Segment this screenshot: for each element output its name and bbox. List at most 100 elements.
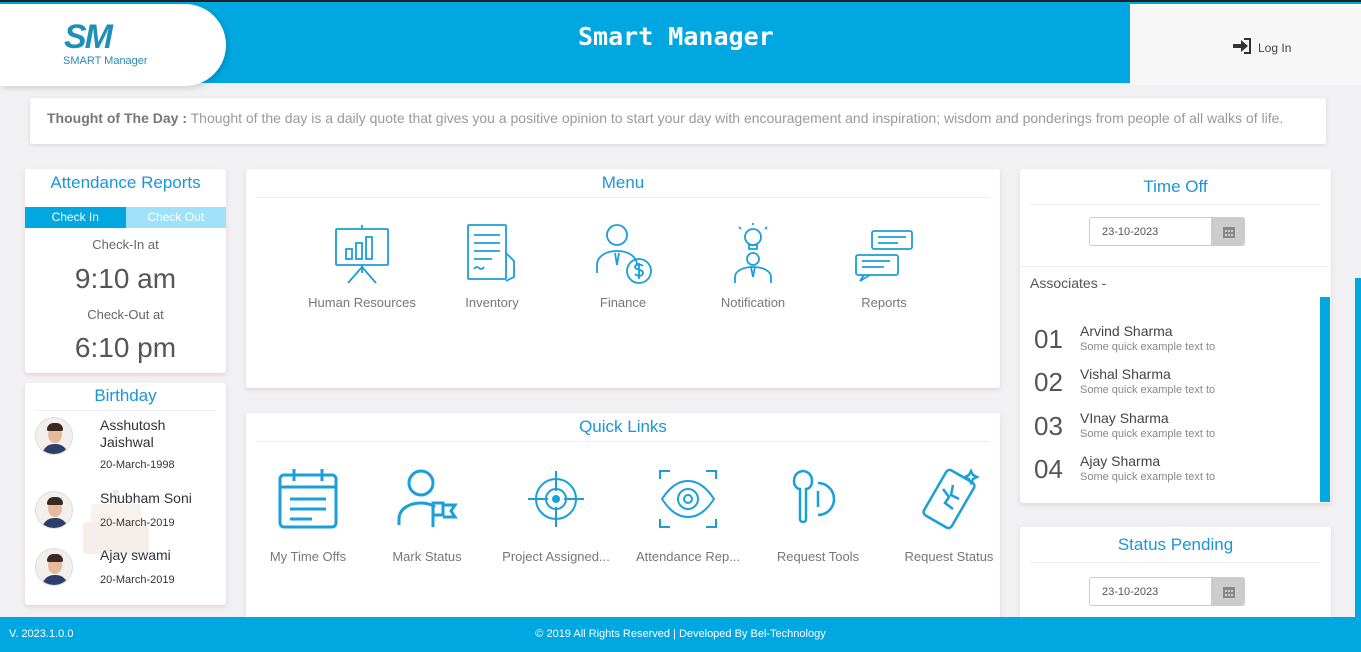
chat-bubbles-icon: [855, 230, 913, 282]
quick-link-attendance-report[interactable]: Attendance Rep...: [628, 467, 748, 564]
divider: [256, 197, 990, 198]
quick-link-request-tools[interactable]: Request Tools: [758, 467, 878, 564]
time-off-date-input[interactable]: 23-10-2023: [1089, 217, 1212, 246]
calendar-button[interactable]: [1212, 577, 1245, 606]
page-scrollbar[interactable]: [1355, 278, 1361, 617]
menu-item-label: Human Resources: [308, 295, 416, 310]
copyright-text: © 2019 All Rights Reserved | Developed B…: [535, 628, 826, 640]
associates-scrollbar[interactable]: [1320, 297, 1330, 502]
associate-desc: Some quick example text to: [1080, 471, 1216, 483]
associate-name: VInay Sharma: [1080, 410, 1169, 426]
tools-icon: [792, 469, 836, 524]
broken-phone-icon: [922, 468, 980, 530]
menu-item-label: Notification: [720, 295, 786, 310]
calendar-icon: [278, 469, 338, 529]
footer: V. 2023.1.0.0 © 2019 All Rights Reserved…: [0, 617, 1361, 652]
checkin-label: Check-In at: [92, 237, 159, 252]
birthday-date: 20-March-1998: [100, 459, 175, 471]
avatar: [35, 417, 73, 455]
eye-scan-icon: [659, 470, 717, 528]
divider: [1030, 562, 1320, 563]
birthday-date: 20-March-2019: [100, 517, 175, 529]
calendar-small-icon: [1222, 587, 1235, 598]
time-off-date-picker: 23-10-2023: [1089, 217, 1245, 246]
menu-item-label: Reports: [861, 295, 907, 310]
quick-link-request-status[interactable]: Request Status: [889, 467, 1009, 564]
birthday-name: Asshutosh Jaishwal: [100, 417, 166, 450]
quick-link-label: Request Tools: [776, 549, 860, 564]
time-off-card: Time Off 23-10-2023 Associates - 01 Arvi…: [1020, 169, 1331, 503]
associate-name: Arvind Sharma: [1080, 323, 1173, 339]
document-icon: [467, 224, 515, 282]
target-icon: [528, 471, 584, 527]
menu-card: Menu Human Resources Inventory Finance N…: [246, 169, 1000, 388]
quick-link-label: Project Assigned...: [502, 549, 610, 564]
menu-item-label: Finance: [599, 295, 647, 310]
tab-check-in[interactable]: Check In: [25, 207, 126, 228]
associate-number: 04: [1034, 454, 1063, 484]
menu-item-label: Inventory: [465, 295, 519, 310]
attendance-title: Attendance Reports: [50, 173, 201, 192]
divider: [1020, 266, 1331, 267]
logo[interactable]: SM SMART Manager: [0, 4, 226, 86]
person-flag-icon: [397, 469, 458, 527]
login-button[interactable]: Log In: [1232, 38, 1291, 57]
divider: [35, 410, 216, 411]
calendar-small-icon: [1222, 227, 1235, 238]
menu-title: Menu: [601, 173, 645, 192]
quick-link-label: Mark Status: [392, 549, 462, 564]
quick-link-label: Attendance Rep...: [635, 549, 741, 564]
presentation-chart-icon: [335, 225, 389, 284]
menu-item-reports[interactable]: Reports: [824, 223, 944, 310]
associate-desc: Some quick example text to: [1080, 428, 1216, 440]
birthday-card: Birthday Asshutosh Jaishwal 20-March-199…: [25, 383, 226, 605]
quick-link-label: My Time Offs: [269, 549, 347, 564]
status-pending-title: Status Pending: [1117, 535, 1234, 554]
divider: [256, 441, 990, 442]
quick-link-my-time-offs[interactable]: My Time Offs: [248, 467, 368, 564]
person-money-icon: [596, 224, 652, 284]
tab-check-out[interactable]: Check Out: [125, 207, 226, 228]
menu-item-human-resources[interactable]: Human Resources: [302, 223, 422, 310]
idea-person-icon: [734, 223, 772, 283]
birthday-name: Shubham Soni: [100, 490, 192, 506]
avatar: [35, 548, 73, 586]
menu-item-finance[interactable]: Finance: [563, 223, 683, 310]
attendance-tabs: Check In Check Out: [25, 207, 226, 228]
attendance-card: Attendance Reports Check In Check Out Ch…: [25, 169, 226, 373]
thought-label: Thought of The Day :: [47, 110, 187, 126]
menu-item-inventory[interactable]: Inventory: [432, 223, 552, 310]
associate-number: 02: [1034, 367, 1063, 397]
birthday-date: 20-March-2019: [100, 574, 175, 586]
divider: [1030, 204, 1320, 205]
associate-desc: Some quick example text to: [1080, 341, 1216, 353]
app-title: Smart Manager: [578, 22, 774, 51]
checkout-label: Check-Out at: [87, 307, 164, 322]
login-label: Log In: [1258, 40, 1292, 55]
status-pending-card: Status Pending 23-10-2023: [1020, 527, 1331, 627]
quick-link-label: Request Status: [904, 549, 994, 564]
app-header: SM SMART Manager Smart Manager Log In: [0, 0, 1361, 86]
menu-item-notification[interactable]: Notification: [693, 223, 813, 310]
calendar-button[interactable]: [1212, 217, 1245, 246]
quick-links-card: Quick Links My Time Offs Mark Status Pro…: [246, 413, 1000, 623]
time-off-title: Time Off: [1143, 177, 1208, 196]
associate-number: 01: [1034, 324, 1063, 354]
associate-desc: Some quick example text to: [1080, 384, 1216, 396]
checkout-time: 6:10 pm: [74, 332, 177, 363]
associate-number: 03: [1034, 411, 1063, 441]
birthday-name: Ajay swami: [100, 547, 171, 563]
status-date-picker: 23-10-2023: [1089, 577, 1245, 606]
status-date-input[interactable]: 23-10-2023: [1089, 577, 1212, 606]
logo-text: SMART Manager: [63, 55, 148, 67]
checkin-time: 9:10 am: [74, 263, 177, 294]
quick-link-project-assigned[interactable]: Project Assigned...: [496, 467, 616, 564]
quick-link-mark-status[interactable]: Mark Status: [367, 467, 487, 564]
associate-name: Vishal Sharma: [1080, 366, 1171, 382]
logo-mark: SM: [64, 18, 113, 56]
associate-name: Ajay Sharma: [1080, 453, 1161, 469]
birthday-title: Birthday: [94, 386, 157, 405]
associates-label: Associates -: [1030, 275, 1107, 291]
thought-text: Thought of the day is a daily quote that…: [190, 110, 1284, 126]
avatar: [35, 491, 73, 529]
